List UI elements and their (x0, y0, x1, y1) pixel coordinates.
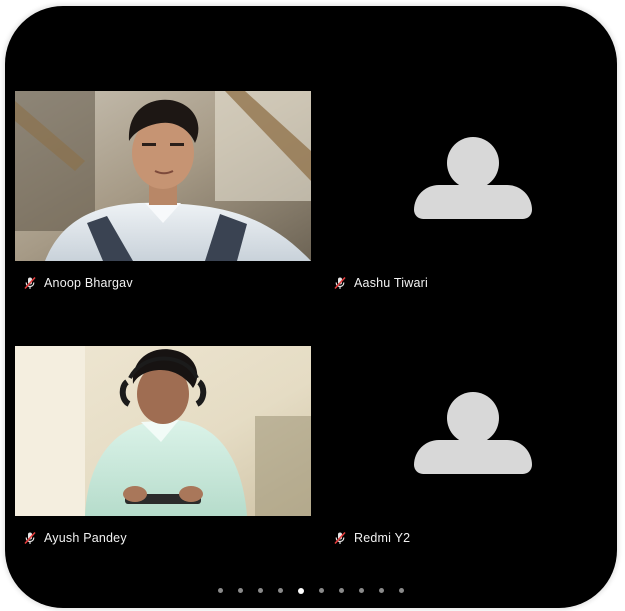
video-call-screen: Anoop Bhargav Aashu Tiwari Ayush Pandey … (5, 6, 617, 608)
participant-placeholder (325, 346, 617, 516)
page-dot[interactable] (359, 588, 364, 593)
page-dot[interactable] (278, 588, 283, 593)
page-dot[interactable] (319, 588, 324, 593)
person-placeholder-icon (405, 137, 541, 227)
participant-tile[interactable]: Anoop Bhargav (15, 91, 311, 343)
participant-placeholder (325, 91, 617, 261)
mic-muted-icon (333, 531, 347, 545)
participant-name: Aashu Tiwari (354, 276, 428, 290)
page-dot[interactable] (218, 588, 223, 593)
participant-tile[interactable]: Aashu Tiwari (325, 91, 617, 343)
page-dot[interactable] (399, 588, 404, 593)
participant-name: Redmi Y2 (354, 531, 411, 545)
person-placeholder-icon (405, 392, 541, 482)
participant-name: Anoop Bhargav (44, 276, 133, 290)
page-dot[interactable] (258, 588, 263, 593)
participant-video (15, 346, 311, 516)
page-dot[interactable] (238, 588, 243, 593)
mic-muted-icon (23, 531, 37, 545)
page-dot[interactable] (379, 588, 384, 593)
participant-tile[interactable]: Ayush Pandey (15, 346, 311, 598)
mic-muted-icon (333, 276, 347, 290)
participant-video (15, 91, 311, 261)
mic-muted-icon (23, 276, 37, 290)
participant-tile[interactable]: Redmi Y2 (325, 346, 617, 598)
page-dot[interactable] (339, 588, 344, 593)
page-dot-active[interactable] (298, 587, 304, 594)
page-indicator (5, 587, 617, 594)
participant-name: Ayush Pandey (44, 531, 127, 545)
